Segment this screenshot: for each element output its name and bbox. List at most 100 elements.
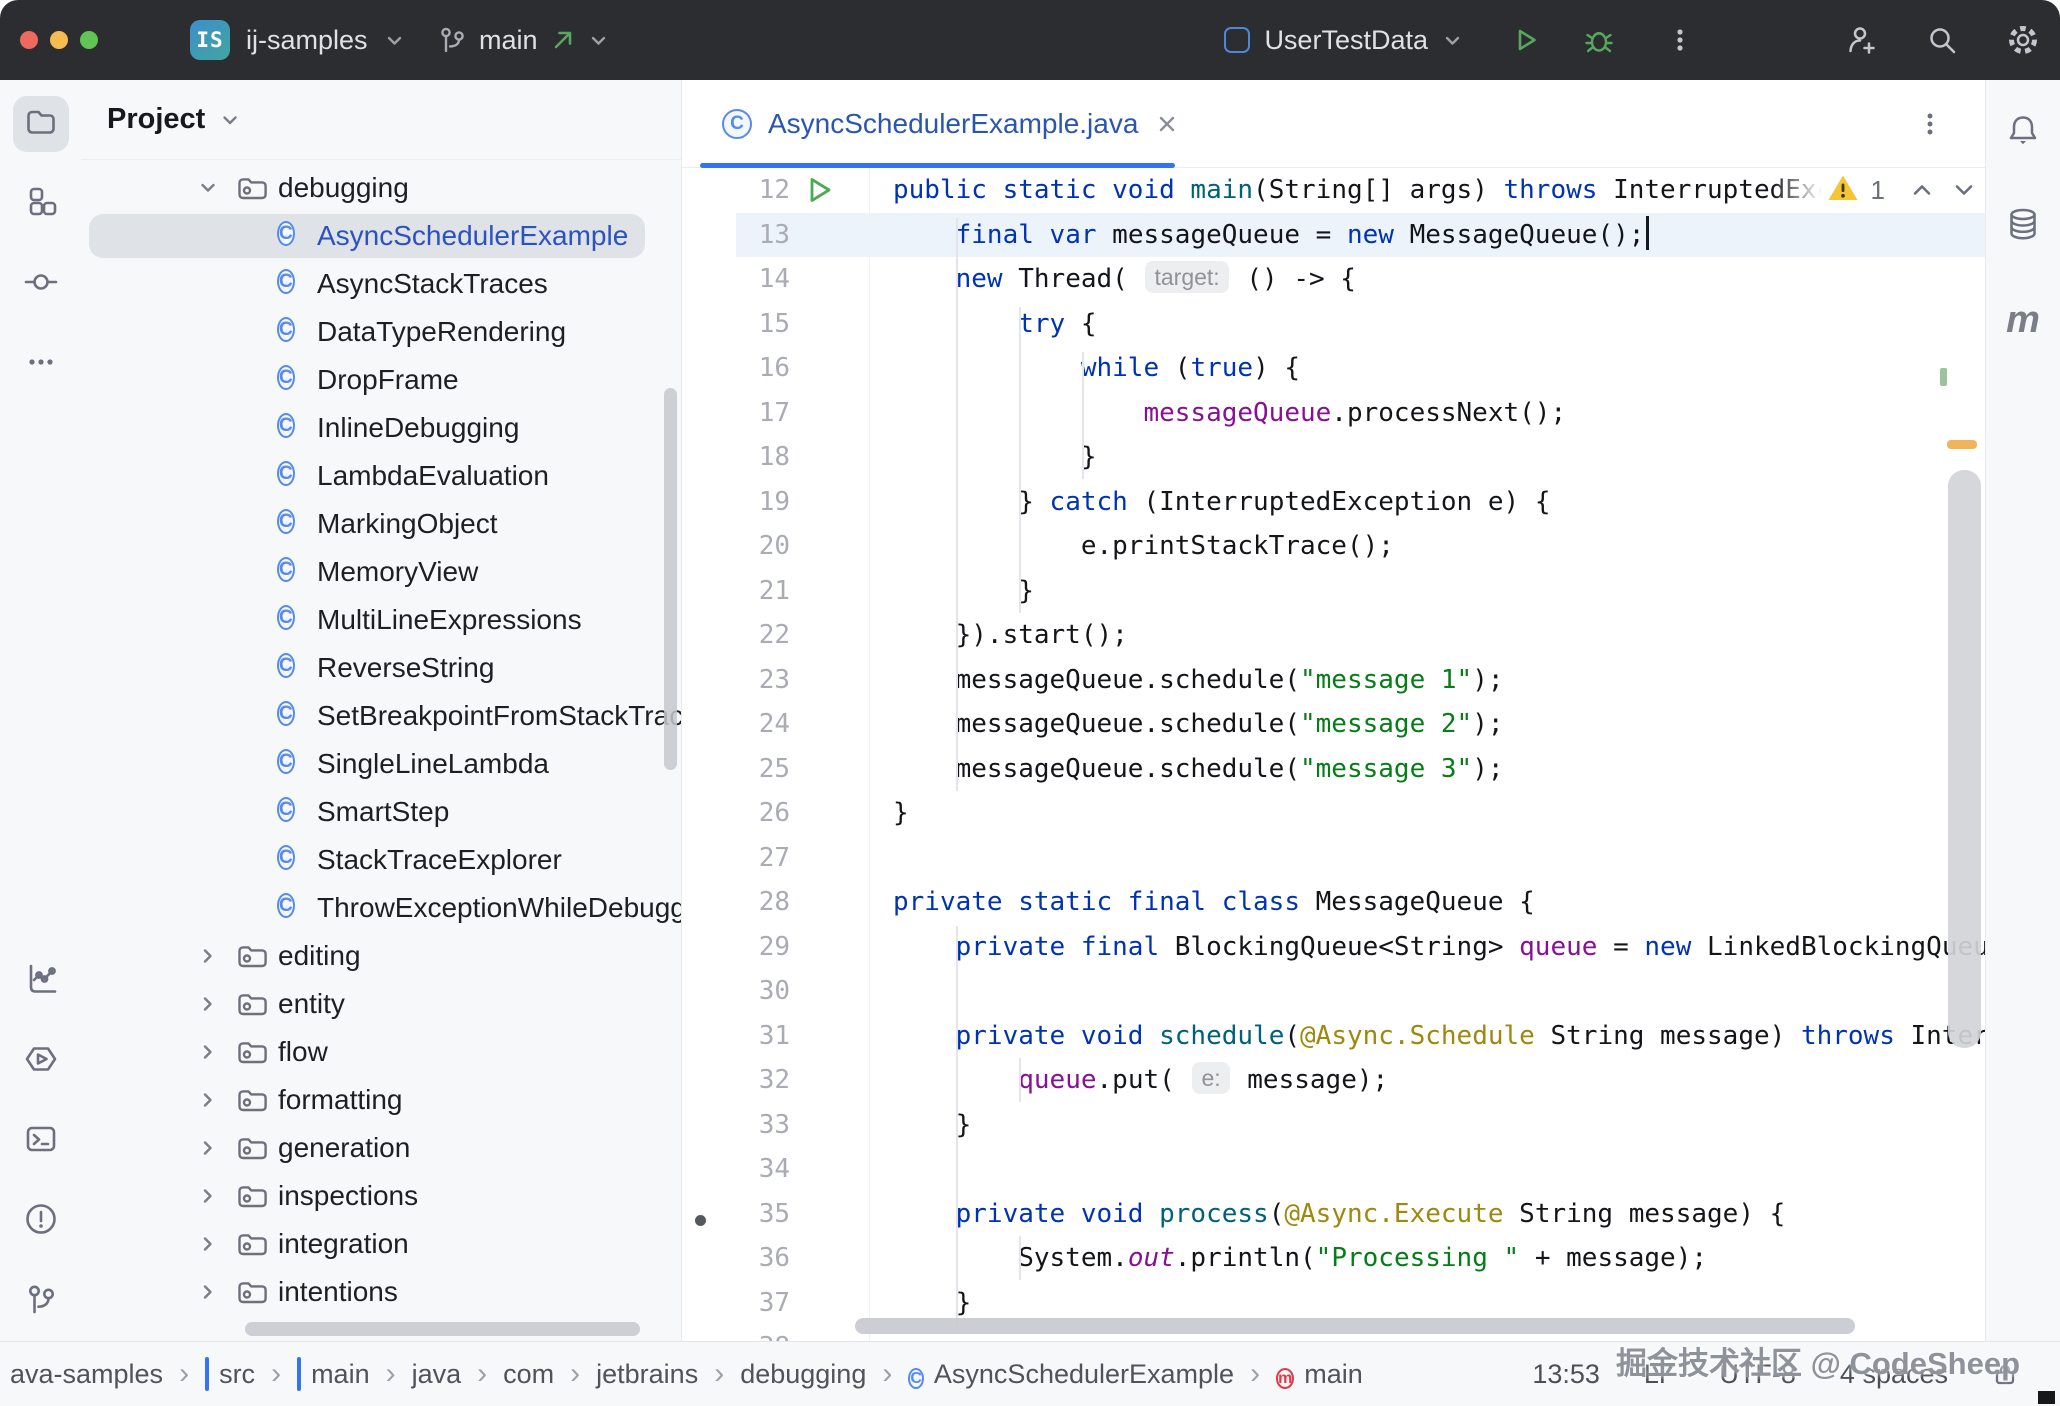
project-tree-horizontal-scrollbar[interactable]	[245, 1322, 640, 1336]
code-line-19[interactable]: 19 } catch (InterruptedException e) {	[682, 480, 1985, 525]
chevron-down-icon[interactable]	[588, 30, 609, 51]
code-line-13[interactable]: 13 final var messageQueue = new MessageQ…	[682, 213, 1985, 258]
code-line-29[interactable]: 29 private final BlockingQueue<String> q…	[682, 925, 1985, 970]
chevron-right-icon[interactable]	[197, 1233, 219, 1260]
chevron-right-icon[interactable]	[197, 993, 219, 1020]
breadcrumb-item-src[interactable]: src	[205, 1359, 255, 1390]
chevron-right-icon[interactable]	[197, 1041, 219, 1068]
tool-button-terminal[interactable]	[13, 1113, 69, 1169]
tool-button-problems[interactable]	[13, 1193, 69, 1249]
tree-item-debugging[interactable]: debugging	[81, 164, 681, 212]
code-line-24[interactable]: 24 messageQueue.schedule("message 2");	[682, 702, 1985, 747]
tree-item-SmartStep[interactable]: CSmartStep	[81, 788, 681, 836]
breadcrumb-item-AsyncSchedulerExample[interactable]: CAsyncSchedulerExample	[908, 1359, 1234, 1390]
breadcrumb-item-ava-samples[interactable]: ava-samples	[10, 1359, 163, 1390]
tool-button-services[interactable]	[13, 1033, 69, 1089]
code-line-16[interactable]: 16 while (true) {	[682, 346, 1985, 391]
run-button[interactable]	[1511, 25, 1541, 55]
warning-icon[interactable]	[1827, 173, 1859, 207]
settings-gear-icon[interactable]	[2006, 23, 2040, 57]
chevron-right-icon[interactable]	[197, 1281, 219, 1308]
breadcrumb-item-java[interactable]: java	[412, 1359, 462, 1390]
tree-item-DataTypeRendering[interactable]: CDataTypeRendering	[81, 308, 681, 356]
code-line-28[interactable]: 28private static final class MessageQueu…	[682, 880, 1985, 925]
tree-item-entity[interactable]: entity	[81, 980, 681, 1028]
tool-button-maven[interactable]: m	[1995, 292, 2051, 348]
tree-item-generation[interactable]: generation	[81, 1124, 681, 1172]
tree-item-MarkingObject[interactable]: CMarkingObject	[81, 500, 681, 548]
chevron-right-icon[interactable]	[197, 1185, 219, 1212]
code-line-33[interactable]: 33 }	[682, 1103, 1985, 1148]
tool-button-commit[interactable]	[13, 256, 69, 312]
minimize-window-button[interactable]	[50, 31, 68, 49]
maximize-window-button[interactable]	[80, 31, 98, 49]
tree-item-SingleLineLambda[interactable]: CSingleLineLambda	[81, 740, 681, 788]
next-problem-icon[interactable]	[1949, 175, 1979, 205]
close-window-button[interactable]	[20, 31, 38, 49]
tree-item-integration[interactable]: integration	[81, 1220, 681, 1268]
tree-item-StackTraceExplorer[interactable]: CStackTraceExplorer	[81, 836, 681, 884]
project-tree-vertical-scrollbar[interactable]	[664, 388, 677, 770]
tool-button-notifications[interactable]	[1995, 104, 2051, 160]
project-switcher[interactable]: ij-samples	[246, 25, 368, 56]
add-user-icon[interactable]	[1845, 23, 1879, 57]
code-line-32[interactable]: 32 queue.put( e: message);	[682, 1058, 1985, 1103]
tool-button-profiler[interactable]	[13, 953, 69, 1009]
tool-button-database[interactable]	[1995, 198, 2051, 254]
branch-widget[interactable]: main	[437, 0, 609, 80]
code-line-21[interactable]: 21 }	[682, 569, 1985, 614]
breadcrumb-item-debugging[interactable]: debugging	[740, 1359, 866, 1390]
chevron-down-icon[interactable]	[219, 109, 241, 131]
code-line-34[interactable]: 34	[682, 1147, 1985, 1192]
code-line-20[interactable]: 20 e.printStackTrace();	[682, 524, 1985, 569]
tree-item-inspections[interactable]: inspections	[81, 1172, 681, 1220]
chevron-right-icon[interactable]	[197, 1137, 219, 1164]
tree-item-intentions[interactable]: intentions	[81, 1268, 681, 1316]
encoding-indicator[interactable]: UTF-8	[1719, 1359, 1796, 1390]
tree-item-AsyncSchedulerExample[interactable]: CAsyncSchedulerExample	[81, 212, 681, 260]
close-tab-icon[interactable]	[1154, 111, 1180, 137]
more-vertical-icon[interactable]	[1665, 25, 1695, 55]
tree-item-ThrowExceptionWhileDebugging[interactable]: CThrowExceptionWhileDebugging	[81, 884, 681, 932]
run-configuration-selector[interactable]: UserTestData	[1224, 25, 1463, 56]
code-line-18[interactable]: 18 }	[682, 435, 1985, 480]
code-line-15[interactable]: 15 try {	[682, 302, 1985, 347]
indent-indicator[interactable]: 4 spaces	[1840, 1359, 1948, 1390]
search-icon[interactable]	[1926, 24, 1958, 56]
tree-item-MultiLineExpressions[interactable]: CMultiLineExpressions	[81, 596, 681, 644]
breadcrumb-item-jetbrains[interactable]: jetbrains	[596, 1359, 698, 1390]
tree-item-ReverseString[interactable]: CReverseString	[81, 644, 681, 692]
tree-item-MemoryView[interactable]: CMemoryView	[81, 548, 681, 596]
chevron-right-icon[interactable]	[197, 945, 219, 972]
tree-item-LambdaEvaluation[interactable]: CLambdaEvaluation	[81, 452, 681, 500]
code-line-17[interactable]: 17 messageQueue.processNext();	[682, 391, 1985, 436]
tree-item-DropFrame[interactable]: CDropFrame	[81, 356, 681, 404]
editor-vertical-scrollbar[interactable]	[1948, 470, 1981, 1048]
line-ending-indicator[interactable]: LF	[1644, 1359, 1676, 1390]
code-line-25[interactable]: 25 messageQueue.schedule("message 3");	[682, 747, 1985, 792]
code-area[interactable]: 12public static void main(String[] args)…	[682, 168, 1985, 1341]
editor-options-kebab-icon[interactable]	[1915, 109, 1945, 139]
tree-item-AsyncStackTraces[interactable]: CAsyncStackTraces	[81, 260, 681, 308]
tool-button-project[interactable]	[13, 96, 69, 152]
breadcrumb-item-main[interactable]: mmain	[1276, 1359, 1363, 1390]
code-line-36[interactable]: 36 System.out.println("Processing " + me…	[682, 1236, 1985, 1281]
readonly-lock-icon[interactable]	[1992, 1361, 2018, 1387]
code-line-35[interactable]: 35 private void process(@Async.Execute S…	[682, 1192, 1985, 1237]
tool-button-more-tools[interactable]	[13, 336, 69, 392]
code-line-23[interactable]: 23 messageQueue.schedule("message 1");	[682, 658, 1985, 703]
editor-horizontal-scrollbar[interactable]	[855, 1318, 1855, 1334]
code-line-14[interactable]: 14 new Thread( target: () -> {	[682, 257, 1985, 302]
previous-problem-icon[interactable]	[1907, 175, 1937, 205]
code-line-31[interactable]: 31 private void schedule(@Async.Schedule…	[682, 1014, 1985, 1059]
code-line-26[interactable]: 26}	[682, 791, 1985, 836]
chevron-down-icon[interactable]	[197, 177, 219, 204]
tree-item-editing[interactable]: editing	[81, 932, 681, 980]
breadcrumb-item-com[interactable]: com	[503, 1359, 554, 1390]
code-line-22[interactable]: 22 }).start();	[682, 613, 1985, 658]
code-line-30[interactable]: 30	[682, 969, 1985, 1014]
tool-button-version-control[interactable]	[13, 1273, 69, 1329]
chevron-down-icon[interactable]	[384, 30, 405, 51]
breadcrumb-item-main[interactable]: main	[297, 1359, 370, 1390]
chevron-right-icon[interactable]	[197, 1089, 219, 1116]
